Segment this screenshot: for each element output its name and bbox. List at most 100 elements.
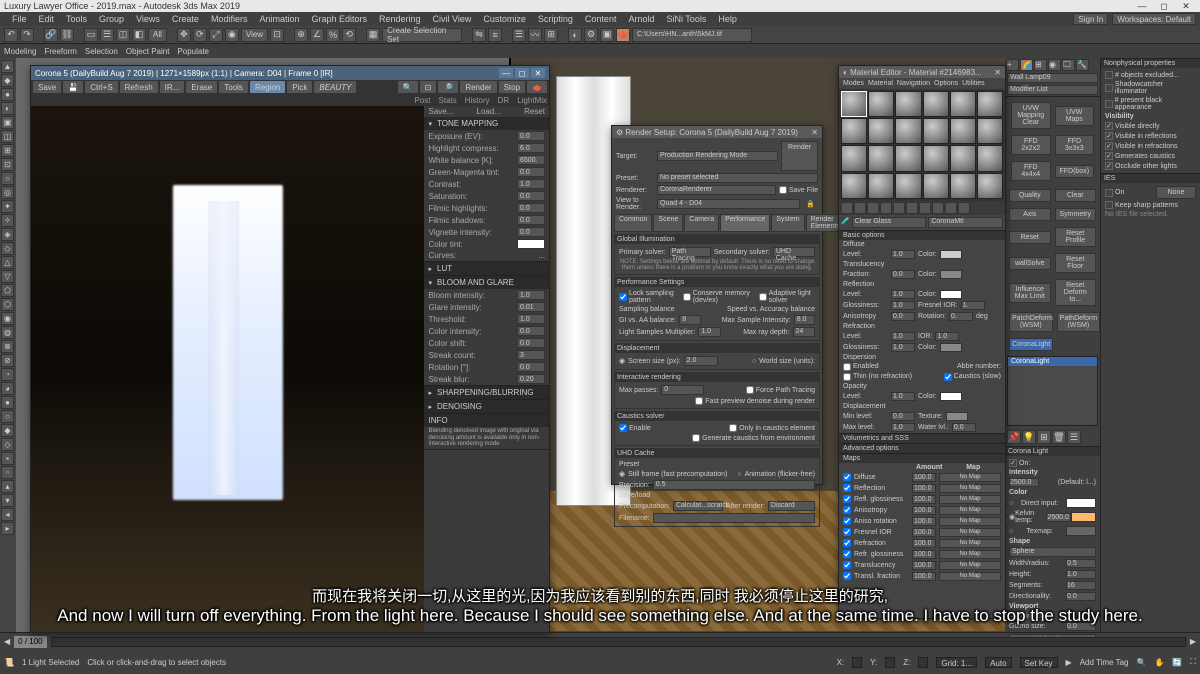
tm-input[interactable] <box>517 191 545 201</box>
menu-civilview[interactable]: Civil View <box>427 14 478 24</box>
cp-btn-axis[interactable]: Axis <box>1009 208 1051 221</box>
vis-reflections[interactable]: Visible in reflections <box>1103 131 1198 141</box>
cl-kelvin[interactable]: 2500.0 <box>1046 513 1071 522</box>
ribbon-tab-objectpaint[interactable]: Object Paint <box>126 47 170 56</box>
mat-menu-options[interactable]: Options <box>934 80 958 87</box>
fraction[interactable]: 0.0 <box>891 270 915 279</box>
layer-button[interactable]: ☰ <box>512 28 526 42</box>
menu-sinitools[interactable]: SiNi Tools <box>660 14 712 24</box>
refr-gloss[interactable]: 1.0 <box>891 343 915 352</box>
water[interactable]: 0.0 <box>952 423 976 432</box>
tm-input[interactable] <box>517 179 545 189</box>
mat-tool-4[interactable] <box>880 202 892 214</box>
coord-z[interactable] <box>918 657 928 668</box>
autokey-button[interactable]: Auto <box>985 657 1011 668</box>
map-amount[interactable]: 100.0 <box>912 561 936 570</box>
vtool-13[interactable]: ◈ <box>1 228 14 241</box>
redo-button[interactable]: ↷ <box>20 28 34 42</box>
rs-tab-scene[interactable]: Scene <box>653 214 683 232</box>
cfb-tools[interactable]: Tools <box>219 81 248 93</box>
dispersion-enabled[interactable]: Enabled <box>843 363 879 371</box>
mat-tool-6[interactable] <box>906 202 918 214</box>
mat-close[interactable]: ✕ <box>994 68 1001 77</box>
cp-tab-modify[interactable]: 🌈 <box>1020 59 1033 71</box>
cfb-zoom-icon[interactable]: 🔍 <box>398 81 418 93</box>
render-frame-button[interactable]: ▣ <box>600 28 614 42</box>
mat-slot-8[interactable] <box>868 118 894 144</box>
cfb-tab-history[interactable]: History <box>465 96 490 105</box>
rs-adaptive[interactable]: Adaptive light solver <box>759 290 815 304</box>
timeline-frame[interactable]: 0 / 100 <box>14 636 46 648</box>
nonphysical-header[interactable]: Nonphysical properties <box>1101 59 1200 68</box>
mat-slot-3[interactable] <box>895 91 921 117</box>
selection-filter[interactable]: All <box>148 28 167 42</box>
menu-create[interactable]: Create <box>166 14 205 24</box>
cp-tab-utilities[interactable]: 🔧 <box>1076 59 1089 71</box>
mod-ffdbox[interactable]: FFD(box) <box>1055 165 1095 178</box>
cl-on[interactable]: On: <box>1007 458 1098 468</box>
vtool-15[interactable]: △ <box>1 256 14 269</box>
play-button[interactable]: ▶ <box>1066 658 1072 667</box>
cp-btn-pathdeform-wsm-[interactable]: PathDeform (WSM) <box>1057 312 1100 332</box>
rs-precision[interactable]: 0.5 <box>653 480 815 490</box>
mat-slot-15[interactable] <box>895 145 921 171</box>
trans-color[interactable] <box>940 270 962 279</box>
refcoord-dropdown[interactable]: View <box>241 28 268 42</box>
rs-titlebar[interactable]: ⚙ Render Setup: Corona 5 (DailyBuild Aug… <box>612 126 822 138</box>
menu-group[interactable]: Group <box>93 14 130 24</box>
lut-header[interactable]: LUT <box>424 262 549 275</box>
map-check[interactable] <box>843 539 851 547</box>
vtool-11[interactable]: ✦ <box>1 200 14 213</box>
cp-btn-reset-profile[interactable]: Reset Profile <box>1055 227 1097 247</box>
rs-fast[interactable]: Fast preview denoise during render <box>695 397 815 405</box>
rs-primary[interactable]: Path Tracing <box>669 247 711 257</box>
vtool-30[interactable]: ▫ <box>1 466 14 479</box>
rs-anim[interactable]: Animation (flicker-free) <box>745 471 815 478</box>
menu-file[interactable]: File <box>6 14 33 24</box>
scale-button[interactable]: ⤢ <box>209 28 223 42</box>
refr-level[interactable]: 1.0 <box>891 332 915 341</box>
link-button[interactable]: 🔗 <box>44 28 58 42</box>
mat-slot-23[interactable] <box>950 173 976 199</box>
cp-tab-display[interactable]: 🖵 <box>1062 59 1075 71</box>
vtool-20[interactable]: ◍ <box>1 326 14 339</box>
cfb-close[interactable]: ✕ <box>531 68 545 78</box>
vtool-9[interactable]: ○ <box>1 172 14 185</box>
cfb-titlebar[interactable]: Corona 5 (DailyBuild Aug 7 2019) | 1271×… <box>31 66 549 80</box>
ribbon-tab-populate[interactable]: Populate <box>177 47 209 56</box>
np-excluded[interactable]: # objects excluded... <box>1103 70 1198 80</box>
vtool-18[interactable]: ⬡ <box>1 298 14 311</box>
mat-tool-1[interactable] <box>841 202 853 214</box>
rs-lock-icon[interactable]: 🔒 <box>803 200 818 208</box>
menu-help[interactable]: Help <box>712 14 743 24</box>
modifier-stack[interactable]: CoronaLight <box>1007 356 1098 426</box>
cfb-maximize[interactable]: ◻ <box>515 68 529 78</box>
mat-slot-14[interactable] <box>868 145 894 171</box>
nav-zoom-icon[interactable]: 🔍 <box>1136 658 1146 667</box>
max-level[interactable]: 1.0 <box>891 423 915 432</box>
rs-screen[interactable]: 2.0 <box>684 356 718 366</box>
menu-rendering[interactable]: Rendering <box>373 14 427 24</box>
map-check[interactable] <box>843 506 851 514</box>
vis-refractions[interactable]: Visible in refractions <box>1103 141 1198 151</box>
cl-direct-color[interactable] <box>1066 498 1096 508</box>
mirror-button[interactable]: ⇋ <box>472 28 486 42</box>
cfb-tab-stats[interactable]: Stats <box>439 96 457 105</box>
mat-slot-4[interactable] <box>923 91 949 117</box>
cp-btn-symmetry[interactable]: Symmetry <box>1055 208 1097 221</box>
map-amount[interactable]: 100.0 <box>912 495 936 504</box>
mat-tool-3[interactable] <box>867 202 879 214</box>
cl-header[interactable]: Corona Light <box>1005 447 1100 456</box>
vtool-3[interactable]: ● <box>1 88 14 101</box>
menu-customize[interactable]: Customize <box>477 14 532 24</box>
map-check[interactable] <box>843 517 851 525</box>
close-button[interactable]: ✕ <box>1176 1 1196 11</box>
map-slot[interactable]: No Map <box>939 473 1001 482</box>
map-slot[interactable]: No Map <box>939 528 1001 537</box>
menu-tools[interactable]: Tools <box>60 14 93 24</box>
maps-header[interactable]: Maps <box>839 454 1005 463</box>
cl-shape[interactable]: Sphere <box>1009 547 1096 557</box>
ies-header[interactable]: IES <box>1101 174 1200 183</box>
cl-gizmo[interactable]: 0.0 <box>1066 622 1096 631</box>
map-check[interactable] <box>843 495 851 503</box>
